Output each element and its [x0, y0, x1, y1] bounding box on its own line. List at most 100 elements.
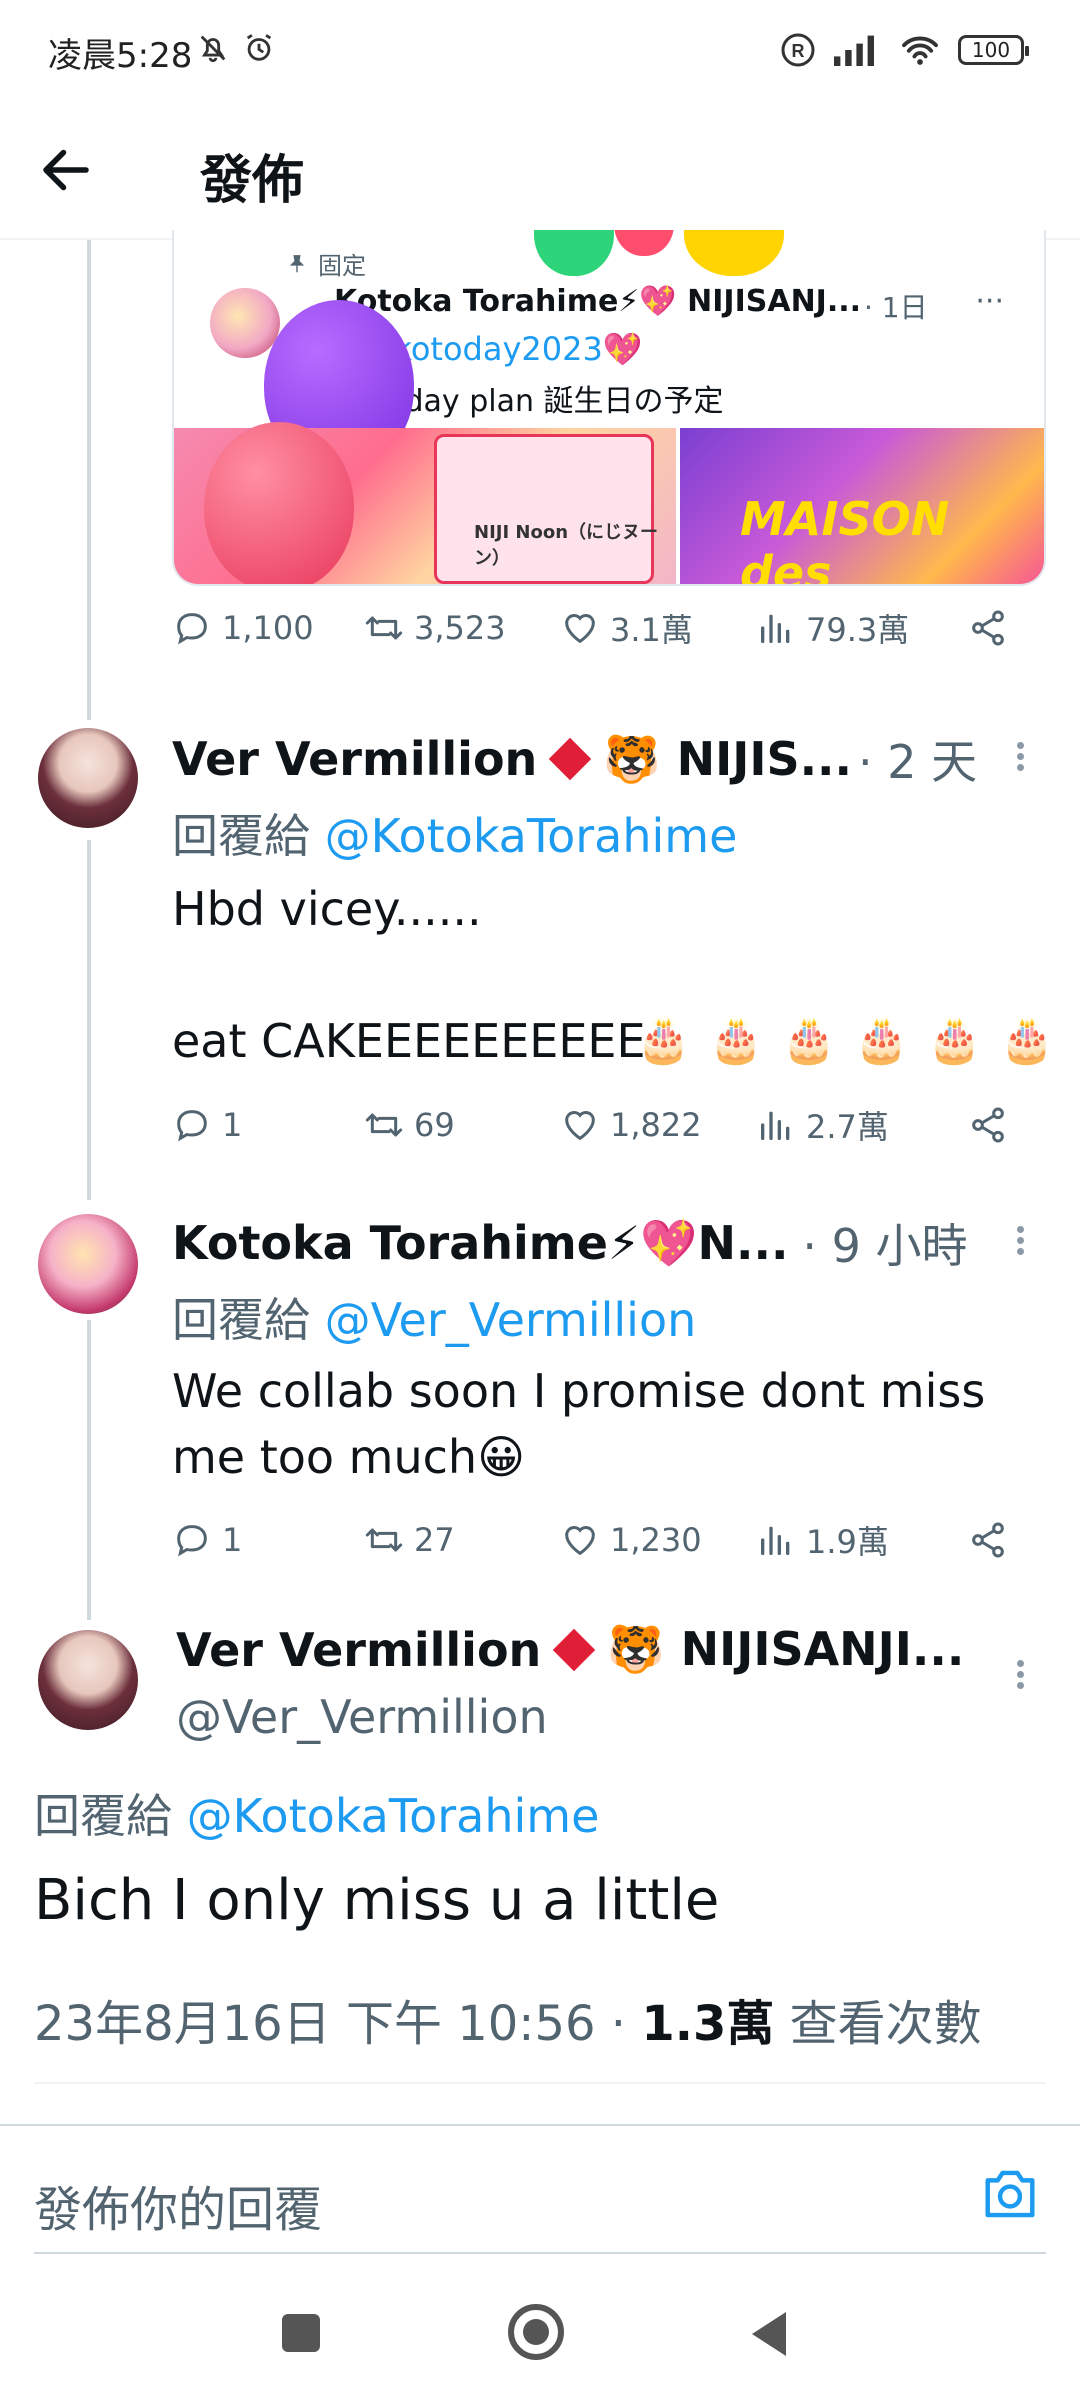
more-options-button[interactable] — [1010, 738, 1030, 778]
reply-button[interactable]: 1 — [172, 1100, 242, 1150]
battery-icon: 100 — [958, 35, 1029, 65]
avatar[interactable] — [210, 288, 280, 358]
heart-icon — [565, 1111, 595, 1141]
views-button[interactable]: 2.7萬 — [756, 1100, 889, 1150]
tweet-metadata: 23年8月16日 下午 10:56 · 1.3萬 查看次數 — [34, 1984, 982, 2054]
thread-line — [87, 240, 91, 720]
avatar[interactable] — [38, 1214, 138, 1314]
view-count-label: 查看次數 — [774, 1996, 982, 2052]
top-bar: 發佈 — [0, 100, 1080, 240]
retweet-icon — [365, 1528, 403, 1552]
svg-text:R: R — [792, 41, 805, 61]
mute-bell-icon — [200, 35, 226, 63]
divider — [34, 2082, 1046, 2084]
quoted-author-name[interactable]: Kotoka Torahime⚡💖 NIJISANJ... — [334, 284, 861, 319]
reply-context: 回覆給 @Ver_Vermillion — [172, 1293, 697, 1347]
recents-button[interactable] — [282, 2314, 320, 2352]
balloon-decoration — [614, 230, 674, 256]
tweet-time: · 9 小時 — [802, 1219, 968, 1273]
more-options-button[interactable] — [1010, 1656, 1030, 1696]
more-icon[interactable]: ··· — [975, 284, 1004, 319]
red-diamond-icon — [549, 737, 592, 781]
retweet-button[interactable]: 27 — [364, 1515, 455, 1565]
share-icon — [972, 1522, 1004, 1558]
reply-context: 回覆給 @KotokaTorahime — [172, 809, 738, 863]
thread-line — [87, 840, 91, 1200]
system-nav-bar — [0, 2270, 1080, 2400]
camera-icon — [985, 2170, 1035, 2218]
share-button[interactable] — [968, 603, 1008, 653]
main-tweet-text: Bich I only miss u a little — [34, 1868, 720, 1933]
reply-button[interactable]: 1,100 — [172, 603, 314, 653]
media-image[interactable]: MAISON des — [680, 428, 1044, 586]
pinned-label: 固定 — [286, 246, 366, 281]
system-back-button[interactable] — [752, 2312, 786, 2356]
retweet-button[interactable]: 3,523 — [364, 603, 506, 653]
home-button[interactable] — [508, 2304, 564, 2360]
chart-bars-icon — [761, 1526, 790, 1555]
chart-bars-icon — [761, 1111, 790, 1140]
page-title: 發佈 — [200, 151, 305, 211]
main-tweet-handle[interactable]: @Ver_Vermillion — [176, 1690, 548, 1744]
balloon-decoration — [534, 230, 614, 276]
reply-icon — [177, 613, 207, 645]
tweet-actions: 1,100 3,523 3.1萬 79.3萬 — [172, 603, 1032, 653]
media-image[interactable]: NIJI Noon（にじヌーン） — [174, 422, 676, 584]
red-diamond-icon — [553, 1628, 596, 1671]
retweet-icon — [365, 1113, 403, 1137]
quoted-time: · 1日 — [864, 291, 928, 324]
reply-button[interactable]: 1 — [172, 1515, 242, 1565]
tweet-timestamp: 23年8月16日 下午 10:56 · — [34, 1996, 642, 2052]
retweet-icon — [365, 616, 403, 640]
registered-icon: R — [781, 33, 815, 67]
tweet-author[interactable]: Kotoka Torahime⚡💖N... · 9 小時 — [172, 1210, 968, 1276]
avatar[interactable] — [38, 1630, 138, 1730]
camera-button[interactable] — [980, 2168, 1040, 2220]
retweet-button[interactable]: 69 — [364, 1100, 455, 1150]
tweet-actions: 1 27 1,230 1.9萬 — [172, 1515, 1032, 1565]
like-button[interactable]: 3.1萬 — [560, 603, 693, 653]
like-button[interactable]: 1,230 — [560, 1515, 702, 1565]
view-count[interactable]: 1.3萬 — [641, 1996, 774, 2052]
reply-composer[interactable]: 發佈你的回覆 — [0, 2124, 1080, 2254]
mention-link[interactable]: @Ver_Vermillion — [325, 1293, 697, 1347]
thread-line — [87, 1320, 91, 1620]
share-button[interactable] — [968, 1515, 1008, 1565]
avatar[interactable] — [38, 728, 138, 828]
arrow-left-icon — [43, 149, 89, 191]
status-bar: 凌晨5:28 R 100 — [0, 0, 1080, 100]
share-icon — [972, 610, 1004, 646]
share-icon — [972, 1107, 1004, 1143]
image-caption: NIJI Noon（にじヌーン） — [474, 522, 659, 569]
like-button[interactable]: 1,822 — [560, 1100, 702, 1150]
more-options-button[interactable] — [1010, 1222, 1030, 1262]
tweet-author[interactable]: Ver Vermillion 🐯 NIJIS... · 2 天 — [172, 726, 977, 792]
mention-link[interactable]: @KotokaTorahime — [187, 1789, 600, 1843]
tweet-text: We collab soon I promise dont miss me to… — [172, 1364, 986, 1484]
status-time: 凌晨5:28 — [48, 36, 193, 76]
wifi-icon — [902, 36, 938, 65]
mention-link[interactable]: @KotokaTorahime — [325, 809, 738, 863]
balloon-decoration — [204, 422, 354, 584]
tweet-time: · 2 天 — [858, 735, 978, 789]
balloon-decoration — [684, 230, 784, 276]
heart-icon — [565, 1526, 595, 1556]
heart-icon — [565, 614, 595, 644]
reply-context: 回覆給 @KotokaTorahime — [34, 1789, 600, 1843]
reply-input[interactable]: 發佈你的回覆 — [34, 2170, 322, 2240]
tweet-actions: 1 69 1,822 2.7萬 — [172, 1100, 1032, 1150]
alarm-icon — [246, 34, 272, 61]
quoted-tweet-card[interactable]: 固定 Kotoka Torahime⚡💖 NIJISANJ... · 1日 ··… — [172, 230, 1046, 586]
main-tweet-author[interactable]: Ver Vermillion 🐯 NIJISANJI... — [176, 1622, 964, 1677]
signal-icon — [834, 35, 874, 66]
reply-icon — [177, 1525, 207, 1557]
composer-underline — [34, 2252, 1046, 2254]
share-button[interactable] — [968, 1100, 1008, 1150]
pin-icon — [289, 254, 305, 272]
views-button[interactable]: 79.3萬 — [756, 603, 909, 653]
back-button[interactable] — [36, 140, 116, 200]
cake-emojis: 🎂 🎂 🎂 🎂 🎂 🎂 — [636, 1015, 1057, 1066]
image-caption: MAISON des — [740, 492, 950, 586]
chart-bars-icon — [761, 614, 790, 643]
views-button[interactable]: 1.9萬 — [756, 1515, 889, 1565]
